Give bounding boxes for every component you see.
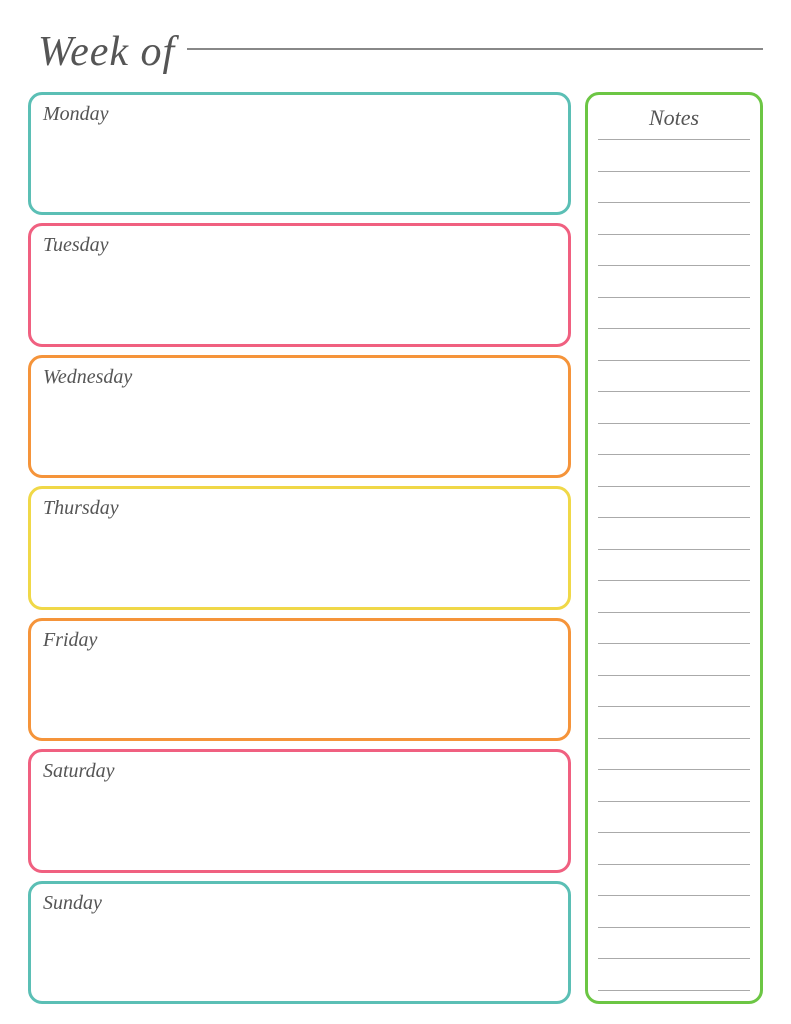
week-of-line (187, 48, 763, 50)
notes-line (598, 486, 750, 487)
notes-line (598, 202, 750, 203)
main-content: Monday Tuesday Wednesday Thursday Friday Satu… (28, 92, 763, 1004)
day-label-saturday: Saturday (43, 760, 114, 782)
days-column: Monday Tuesday Wednesday Thursday Friday Satu… (28, 92, 571, 1004)
notes-line (598, 706, 750, 707)
notes-line (598, 454, 750, 455)
day-label-monday: Monday (43, 103, 109, 125)
notes-line (598, 927, 750, 928)
notes-line (598, 234, 750, 235)
week-of-title: Week of (38, 28, 175, 76)
day-box-sunday[interactable]: Sunday (28, 881, 571, 1004)
notes-line (598, 895, 750, 896)
notes-line (598, 360, 750, 361)
notes-line (598, 171, 750, 172)
notes-line (598, 958, 750, 959)
notes-line (598, 864, 750, 865)
notes-line (598, 517, 750, 518)
notes-title: Notes (598, 105, 750, 131)
notes-line (598, 139, 750, 140)
notes-line (598, 328, 750, 329)
notes-line (598, 391, 750, 392)
day-box-thursday[interactable]: Thursday (28, 486, 571, 609)
notes-line (598, 612, 750, 613)
notes-lines (598, 139, 750, 991)
day-box-monday[interactable]: Monday (28, 92, 571, 215)
notes-line (598, 423, 750, 424)
notes-line (598, 769, 750, 770)
notes-line (598, 801, 750, 802)
notes-line (598, 643, 750, 644)
day-label-thursday: Thursday (43, 497, 119, 519)
notes-line (598, 990, 750, 991)
notes-line (598, 832, 750, 833)
notes-column: Notes (585, 92, 763, 1004)
day-label-friday: Friday (43, 629, 97, 651)
day-label-tuesday: Tuesday (43, 234, 109, 256)
notes-line (598, 675, 750, 676)
day-box-saturday[interactable]: Saturday (28, 749, 571, 872)
notes-line (598, 265, 750, 266)
day-box-friday[interactable]: Friday (28, 618, 571, 741)
weekly-planner-page: Week of Monday Tuesday Wednesday Thursday Fr… (0, 0, 791, 1024)
day-label-wednesday: Wednesday (43, 366, 132, 388)
day-box-tuesday[interactable]: Tuesday (28, 223, 571, 346)
day-label-sunday: Sunday (43, 892, 102, 914)
notes-line (598, 738, 750, 739)
notes-line (598, 297, 750, 298)
day-box-wednesday[interactable]: Wednesday (28, 355, 571, 478)
notes-line (598, 580, 750, 581)
notes-line (598, 549, 750, 550)
header: Week of (28, 28, 763, 76)
